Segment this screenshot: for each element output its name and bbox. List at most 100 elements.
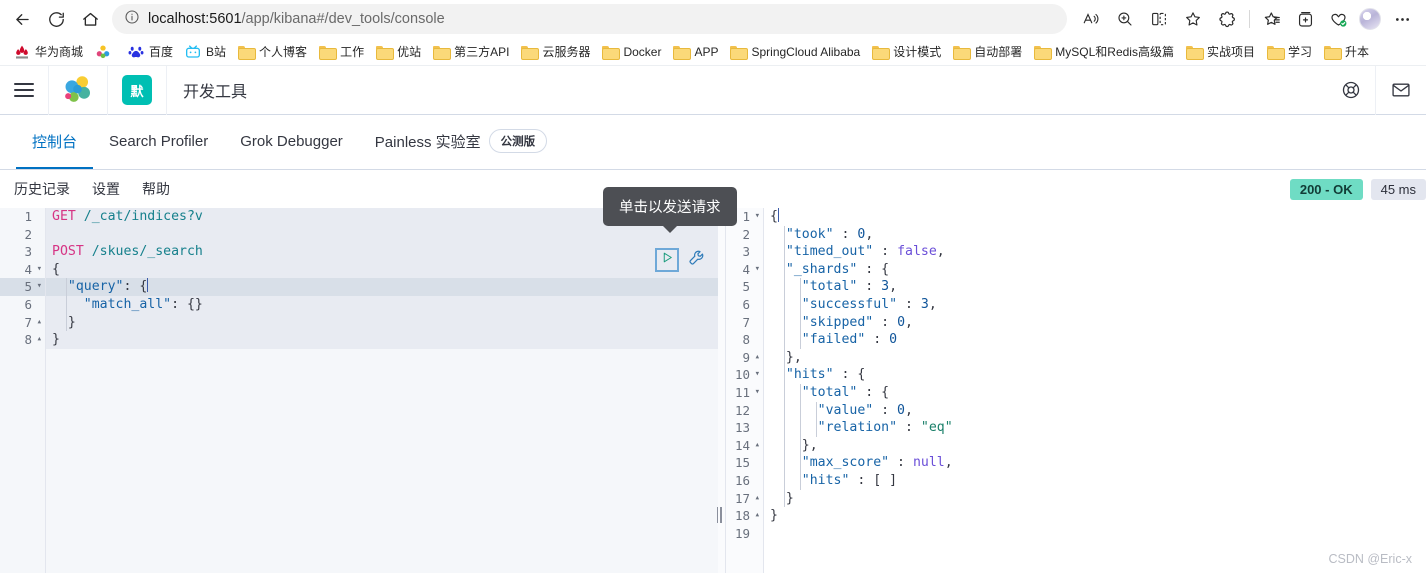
code-line[interactable]: "skipped" : 0, xyxy=(764,313,1426,332)
bookmark-folder-springcloud-alibaba[interactable]: SpringCloud Alibaba xyxy=(724,43,866,61)
code-line[interactable]: "hits" : [ ] xyxy=(764,471,1426,490)
zoom-icon[interactable] xyxy=(1109,3,1141,35)
fold-open-icon[interactable]: ▾ xyxy=(37,278,42,296)
code-line[interactable]: "match_all": {} xyxy=(46,295,718,314)
fold-open-icon[interactable]: ▾ xyxy=(37,261,42,279)
bookmark-folder-app[interactable]: APP xyxy=(667,43,724,61)
fold-close-icon[interactable]: ▴ xyxy=(755,437,760,455)
indent-guide xyxy=(783,401,785,420)
fold-open-icon[interactable]: ▾ xyxy=(755,384,760,402)
code-line[interactable]: "query": { xyxy=(46,278,718,296)
favorite-star-icon[interactable] xyxy=(1177,3,1209,35)
code-line[interactable]: "failed" : 0 xyxy=(764,331,1426,349)
nav-menu-button[interactable] xyxy=(0,65,49,115)
address-bar[interactable]: localhost:5601/app/kibana#/dev_tools/con… xyxy=(112,4,1067,34)
code-line[interactable]: }, xyxy=(764,348,1426,367)
bookmark-folder-work[interactable]: 工作 xyxy=(313,41,370,62)
news-mail-button[interactable] xyxy=(1376,66,1426,115)
space-selector-button[interactable]: 默 xyxy=(108,65,167,115)
fold-close-icon[interactable]: ▴ xyxy=(37,314,42,332)
code-line[interactable]: "total" : 3, xyxy=(764,278,1426,296)
code-line[interactable]: POST /skues/_search xyxy=(46,243,718,261)
back-arrow-icon[interactable] xyxy=(6,3,38,35)
code-line[interactable]: } xyxy=(46,331,718,349)
split-screen-icon[interactable] xyxy=(1143,3,1175,35)
request-code-area[interactable]: GET /_cat/indices?v POST /skues/_search{ … xyxy=(46,208,718,573)
fold-open-icon[interactable]: ▾ xyxy=(755,366,760,384)
tab-console[interactable]: 控制台 xyxy=(16,115,94,169)
history-link[interactable]: 历史记录 xyxy=(14,179,70,199)
code-line[interactable]: "hits" : { xyxy=(764,366,1426,384)
fold-open-icon[interactable]: ▾ xyxy=(755,261,760,279)
bookmark-folder-study[interactable]: 学习 xyxy=(1261,41,1318,62)
code-token: : { xyxy=(833,367,866,383)
code-line[interactable]: { xyxy=(46,260,718,279)
collections-icon[interactable] xyxy=(1256,3,1288,35)
tab-grok-debugger[interactable]: Grok Debugger xyxy=(224,115,359,169)
code-line[interactable]: } xyxy=(764,507,1426,525)
extensions-icon[interactable] xyxy=(1211,3,1243,35)
fold-close-icon[interactable]: ▴ xyxy=(755,490,760,508)
bookmark-folder-cloud-server[interactable]: 云服务器 xyxy=(515,41,596,62)
fold-close-icon[interactable]: ▴ xyxy=(755,349,760,367)
code-line[interactable] xyxy=(46,225,718,244)
fold-open-icon[interactable]: ▾ xyxy=(755,208,760,226)
code-line[interactable]: "timed_out" : false, xyxy=(764,243,1426,261)
bookmark-huawei[interactable]: 华为商城 xyxy=(8,41,89,62)
help-link[interactable]: 帮助 xyxy=(142,179,170,199)
code-line[interactable]: "total" : { xyxy=(764,383,1426,402)
indent-guide xyxy=(783,489,785,508)
bookmark-folder-third-party-api[interactable]: 第三方API xyxy=(427,41,515,62)
bookmark-folder-docker[interactable]: Docker xyxy=(596,43,667,61)
bookmark-baidu[interactable]: 百度 xyxy=(122,41,179,62)
code-line[interactable]: "_shards" : { xyxy=(764,260,1426,279)
code-line[interactable] xyxy=(764,525,1426,543)
response-code-area[interactable]: { "took" : 0, "timed_out" : false, "_sha… xyxy=(764,208,1426,573)
reload-icon[interactable] xyxy=(40,3,72,35)
request-gutter[interactable]: 1 2 3 4 ▾ 5 ▾ 6 7 ▴ 8 ▴ xyxy=(0,208,46,573)
code-line[interactable]: { xyxy=(764,208,1426,226)
bookmark-colorful-flower[interactable] xyxy=(89,42,122,62)
code-line[interactable]: "max_score" : null, xyxy=(764,454,1426,472)
info-circle-icon[interactable] xyxy=(124,9,140,30)
code-line[interactable]: "relation" : "eq" xyxy=(764,419,1426,437)
bookmark-folder-upgrade[interactable]: 升本 xyxy=(1318,41,1375,62)
code-line[interactable]: "successful" : 3, xyxy=(764,295,1426,314)
code-line[interactable]: } xyxy=(764,489,1426,508)
help-button[interactable] xyxy=(1327,65,1376,115)
bookmark-label: APP xyxy=(694,44,719,59)
settings-more-icon[interactable] xyxy=(1386,3,1418,35)
fold-close-icon[interactable]: ▴ xyxy=(37,331,42,349)
tab-actions-icon[interactable] xyxy=(1289,3,1321,35)
baidu-icon xyxy=(128,46,144,57)
indent-guide xyxy=(799,313,801,332)
request-editor-pane[interactable]: 1 2 3 4 ▾ 5 ▾ 6 7 ▴ 8 ▴ GET /_cat/indices?v POST /sk… xyxy=(0,208,718,573)
pane-resize-handle[interactable] xyxy=(714,506,724,524)
tab-painless-lab[interactable]: Painless 实验室 公测版 xyxy=(359,115,563,169)
code-line[interactable]: } xyxy=(46,313,718,332)
code-line[interactable]: "took" : 0, xyxy=(764,225,1426,244)
read-aloud-icon[interactable] xyxy=(1075,3,1107,35)
code-token: : xyxy=(865,332,890,348)
code-line[interactable]: "value" : 0, xyxy=(764,401,1426,420)
response-editor-pane[interactable]: 1 ▾ 2 3 4 ▾ 5 6 7 8 9 ▴ 10 ▾ 11 ▾ 12 13 14 ▴ 15 16 17 ▴ 18 ▴ 19 { … xyxy=(718,208,1426,573)
bookmark-folder-design-patterns[interactable]: 设计模式 xyxy=(866,41,947,62)
send-request-button[interactable] xyxy=(655,248,679,272)
bookmark-bilibili[interactable]: B站 xyxy=(179,41,232,62)
request-options-button[interactable] xyxy=(685,249,707,271)
browser-essentials-icon[interactable] xyxy=(1322,3,1354,35)
code-line[interactable]: }, xyxy=(764,436,1426,455)
fold-close-icon[interactable]: ▴ xyxy=(755,507,760,525)
bookmark-folder-mysql-redis[interactable]: MySQL和Redis高级篇 xyxy=(1028,41,1180,62)
bookmark-folder-personal-blog[interactable]: 个人博客 xyxy=(232,41,313,62)
bookmark-folder-auto-deploy[interactable]: 自动部署 xyxy=(947,41,1028,62)
bookmark-folder-projects[interactable]: 实战项目 xyxy=(1180,41,1261,62)
bookmark-folder-good-sites[interactable]: 优站 xyxy=(370,41,427,62)
tab-search-profiler[interactable]: Search Profiler xyxy=(93,115,224,169)
profile-avatar[interactable] xyxy=(1355,4,1385,34)
elastic-logo-button[interactable] xyxy=(49,65,108,115)
tab-label: 控制台 xyxy=(32,133,78,151)
home-icon[interactable] xyxy=(74,3,106,35)
settings-link[interactable]: 设置 xyxy=(92,179,120,199)
